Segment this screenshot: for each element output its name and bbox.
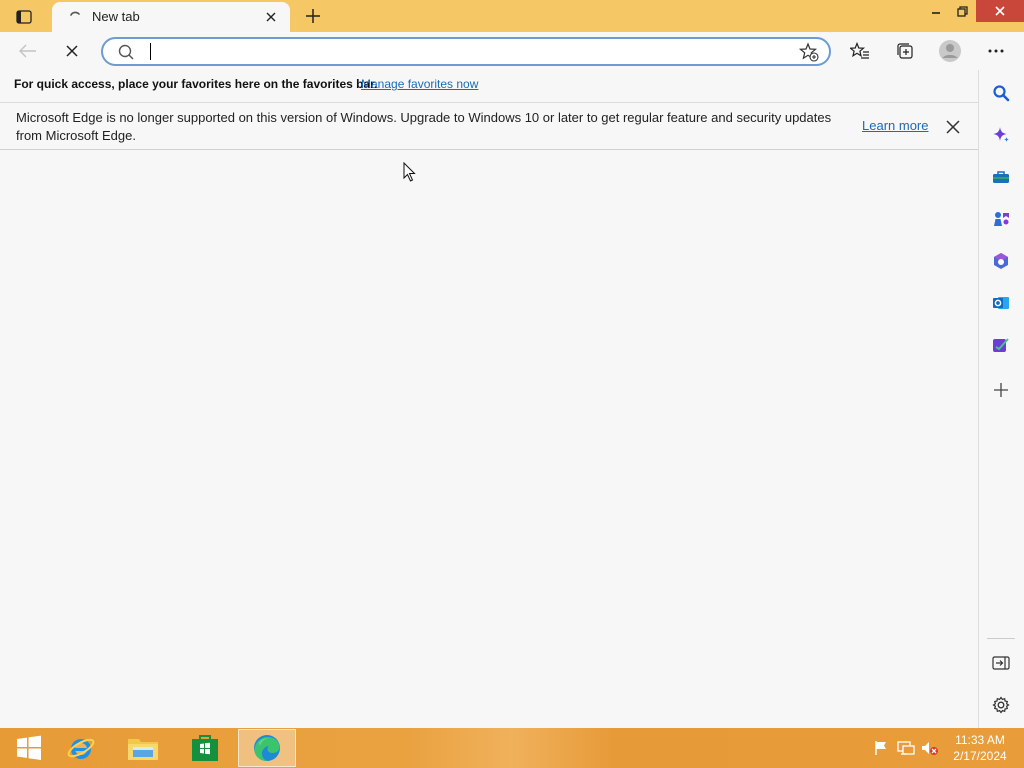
favorites-bar-hint: For quick access, place your favorites h… xyxy=(14,77,378,91)
file-explorer-icon xyxy=(128,739,158,760)
close-icon xyxy=(946,120,960,134)
favorites-button[interactable] xyxy=(845,37,875,65)
hide-sidebar-button[interactable] xyxy=(989,651,1013,675)
collections-icon xyxy=(897,43,913,59)
shopping-icon xyxy=(993,171,1009,183)
settings-icon xyxy=(992,696,1010,714)
flag-icon xyxy=(875,741,886,755)
more-icon xyxy=(988,49,1004,53)
close-icon xyxy=(66,45,78,57)
tab-close-button[interactable] xyxy=(262,8,280,26)
edge-sidebar xyxy=(978,70,1024,728)
sidebar-games-button[interactable] xyxy=(989,207,1013,231)
action-center-tray[interactable] xyxy=(872,740,890,756)
copilot-icon xyxy=(993,127,1009,142)
search-icon xyxy=(993,85,1010,102)
taskbar-clock[interactable]: 11:33 AM 2/17/2024 xyxy=(944,732,1016,764)
windows-logo-icon xyxy=(17,735,41,760)
outlook-icon xyxy=(993,297,1009,309)
sidebar-copilot-button[interactable] xyxy=(989,123,1013,147)
add-favorite-icon[interactable] xyxy=(799,42,819,62)
sidebar-search-button[interactable] xyxy=(989,81,1013,105)
tab-actions-icon xyxy=(16,10,32,24)
search-icon xyxy=(118,44,134,60)
address-bar[interactable] xyxy=(101,37,831,66)
start-button[interactable] xyxy=(0,729,58,767)
loading-spinner-icon xyxy=(70,11,80,16)
title-bar: New tab xyxy=(0,0,1024,32)
back-arrow-icon xyxy=(19,44,36,58)
stop-loading-button[interactable] xyxy=(57,37,87,65)
sidebar-settings-button[interactable] xyxy=(989,693,1013,717)
network-icon xyxy=(897,741,915,755)
games-icon xyxy=(994,212,1009,226)
microsoft365-icon xyxy=(994,253,1008,269)
taskbar-edge[interactable] xyxy=(238,729,296,767)
toolbar xyxy=(0,32,1024,70)
add-icon xyxy=(994,383,1008,397)
sidebar-outlook-button[interactable] xyxy=(989,291,1013,315)
tab-new-tab[interactable]: New tab xyxy=(52,2,290,32)
plus-icon xyxy=(306,9,320,23)
sidebar-divider xyxy=(987,638,1015,639)
volume-muted-icon xyxy=(922,742,938,755)
tab-actions-button[interactable] xyxy=(10,6,38,28)
page-content[interactable] xyxy=(0,150,978,728)
close-icon xyxy=(266,12,276,22)
window-close-button[interactable] xyxy=(976,0,1024,22)
unsupported-os-infobar: Microsoft Edge is no longer supported on… xyxy=(0,102,978,150)
taskbar-file-explorer[interactable] xyxy=(114,729,172,767)
infobar-close-button[interactable] xyxy=(943,117,963,137)
sidebar-microsoft365-button[interactable] xyxy=(989,249,1013,273)
more-options-button[interactable] xyxy=(981,37,1011,65)
mouse-cursor-icon xyxy=(403,162,416,182)
network-tray[interactable] xyxy=(897,740,915,756)
infobar-message: Microsoft Edge is no longer supported on… xyxy=(16,110,832,143)
address-input[interactable] xyxy=(147,42,787,62)
favorites-bar: For quick access, place your favorites h… xyxy=(0,70,978,102)
restore-icon xyxy=(956,5,968,17)
hide-sidebar-icon xyxy=(992,656,1010,670)
taskbar-store[interactable] xyxy=(176,729,234,767)
sidebar-drop-button[interactable] xyxy=(989,333,1013,357)
store-icon xyxy=(192,735,218,761)
edge-icon xyxy=(254,735,280,762)
tab-title: New tab xyxy=(92,9,140,24)
profile-button[interactable] xyxy=(935,37,965,65)
sidebar-tools-button[interactable] xyxy=(989,165,1013,189)
clock-time: 11:33 AM xyxy=(955,733,1005,747)
favorites-icon xyxy=(850,42,869,59)
avatar-icon xyxy=(939,40,961,62)
restore-button[interactable] xyxy=(944,0,980,22)
close-icon xyxy=(995,6,1005,16)
internet-explorer-icon xyxy=(67,738,95,759)
windows-taskbar: 11:33 AM 2/17/2024 xyxy=(0,728,1024,768)
collections-button[interactable] xyxy=(890,37,920,65)
volume-tray[interactable] xyxy=(921,740,939,756)
back-button[interactable] xyxy=(13,37,43,65)
new-tab-button[interactable] xyxy=(300,4,326,28)
minimize-icon xyxy=(932,12,940,14)
drop-icon xyxy=(993,338,1009,352)
learn-more-link[interactable]: Learn more xyxy=(862,118,928,133)
manage-favorites-link[interactable]: Manage favorites now xyxy=(361,77,478,91)
taskbar-internet-explorer[interactable] xyxy=(52,729,110,767)
sidebar-add-button[interactable] xyxy=(989,378,1013,402)
text-caret xyxy=(150,43,151,60)
clock-date: 2/17/2024 xyxy=(953,749,1007,763)
